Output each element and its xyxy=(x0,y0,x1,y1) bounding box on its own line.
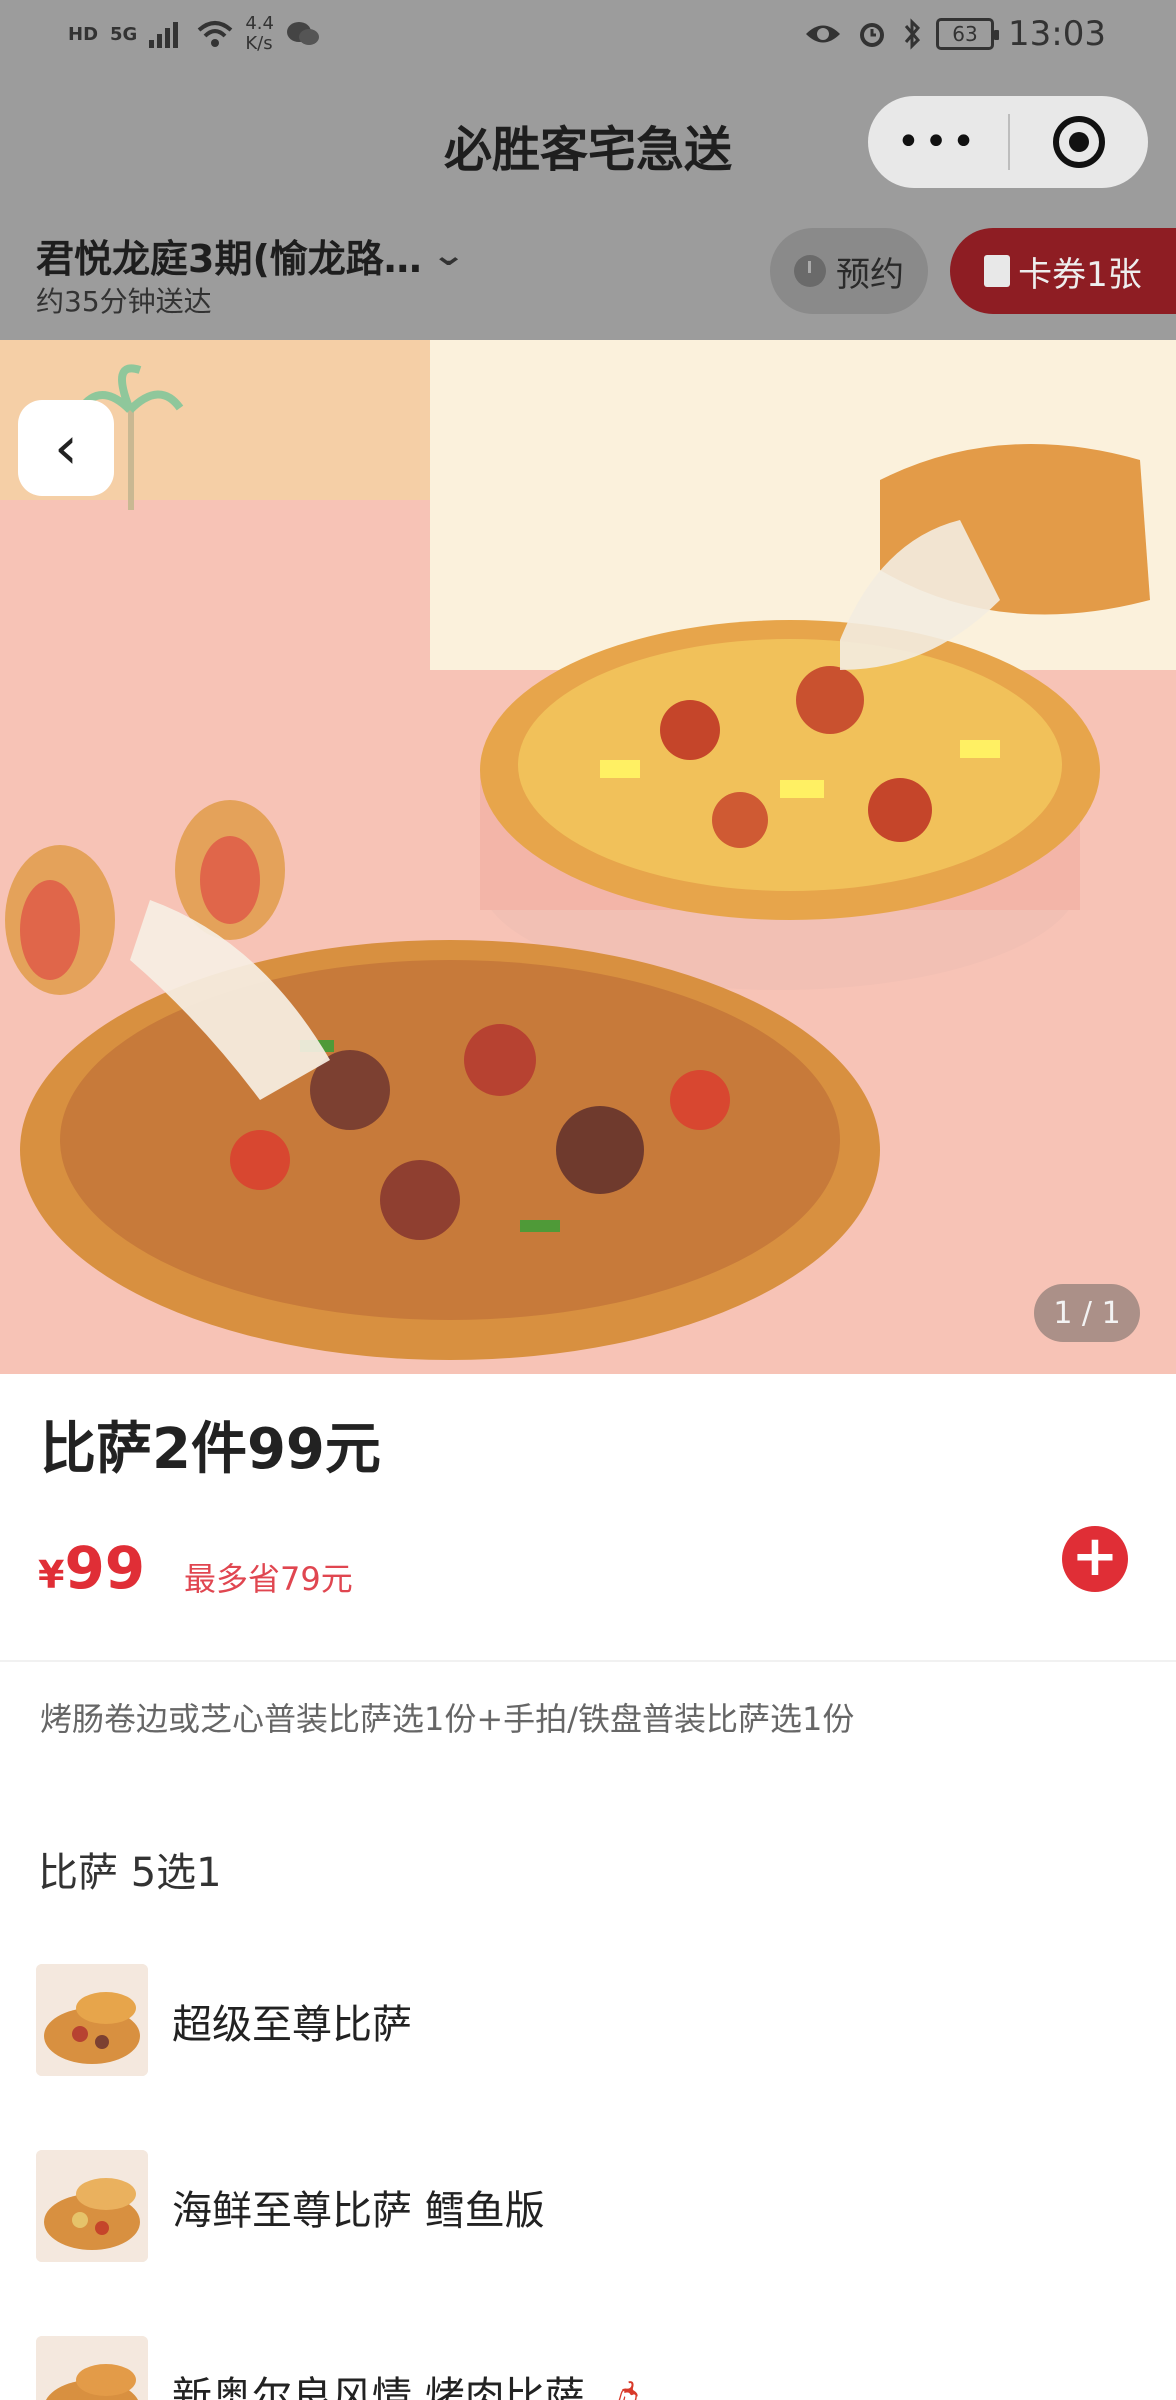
list-item[interactable]: 超级至尊比萨 xyxy=(36,1964,1136,2076)
pizza-thumbnail xyxy=(36,2336,148,2400)
wifi-icon xyxy=(198,21,233,47)
list-item-name-text: 新奥尔良风情 烤肉比萨 xyxy=(172,2374,585,2400)
product-description: 烤肠卷边或芝心普装比萨选1份+手拍/铁盘普装比萨选1份 xyxy=(40,1700,855,1738)
signal-icon xyxy=(149,22,179,48)
add-to-cart-button[interactable]: + xyxy=(1062,1526,1128,1592)
header-overlay: HD 5G 4.4 K/s 63 13:03 必胜客宅急送 ••• 君悦龙庭3期… xyxy=(0,0,1176,340)
title-bar: 必胜客宅急送 ••• xyxy=(0,88,1176,188)
more-button[interactable]: ••• xyxy=(868,96,1008,188)
reserve-button[interactable]: 预约 xyxy=(770,228,928,314)
list-item-name: 新奥尔良风情 烤肉比萨 🌶 xyxy=(172,2364,641,2400)
currency-symbol: ¥ xyxy=(38,1553,65,1597)
net-speed-unit: K/s xyxy=(245,33,273,54)
pizza-illustration xyxy=(0,340,1176,1374)
eye-icon xyxy=(806,25,841,43)
status-right: 63 13:03 xyxy=(804,14,1106,54)
delivery-eta: 约35分钟送达 xyxy=(36,285,212,318)
network-type: 5G xyxy=(110,23,138,45)
price-value: 99 xyxy=(64,1534,146,1602)
list-item-name: 海鲜至尊比萨 鳕鱼版 xyxy=(172,2188,545,2234)
product-price: ¥99 xyxy=(38,1534,145,1602)
pizza-thumbnail xyxy=(36,1964,148,2076)
wechat-icon xyxy=(286,22,319,45)
product-hero-image: ‹ 1 / 1 xyxy=(0,340,1176,1374)
address-selector[interactable]: 君悦龙庭3期(愉龙路… ⌄ xyxy=(36,228,466,283)
back-button[interactable]: ‹ xyxy=(18,400,114,496)
section-title: 比萨 5选1 xyxy=(38,1850,222,1896)
target-icon xyxy=(1053,116,1105,168)
pizza-thumbnail xyxy=(36,2150,148,2262)
status-bar: HD 5G 4.4 K/s 63 13:03 xyxy=(0,0,1176,72)
alarm-icon xyxy=(860,23,885,47)
clock-time: 13:03 xyxy=(1008,14,1106,54)
bluetooth-icon xyxy=(904,18,921,50)
image-pager: 1 / 1 xyxy=(1034,1284,1140,1342)
chili-icon: 🌶 xyxy=(597,2379,641,2400)
coupon-button[interactable]: 卡券1张 xyxy=(950,228,1176,314)
coupon-label: 卡券1张 xyxy=(1018,254,1142,295)
net-speed-value: 4.4 xyxy=(245,13,274,34)
hd-indicator: HD xyxy=(68,23,99,45)
reserve-label: 预约 xyxy=(836,254,904,295)
chevron-down-icon: ⌄ xyxy=(430,238,466,273)
product-title: 比萨2件99元 xyxy=(40,1417,381,1482)
net-speed: 4.4 K/s xyxy=(245,14,274,54)
list-item[interactable]: 新奥尔良风情 烤肉比萨 🌶 xyxy=(36,2336,1136,2400)
ticket-icon xyxy=(984,255,1011,287)
close-miniprogram-button[interactable] xyxy=(1010,96,1148,188)
max-savings: 最多省79元 xyxy=(184,1560,353,1598)
address-bar: 君悦龙庭3期(愉龙路… ⌄ 约35分钟送达 预约 卡券1张 xyxy=(0,220,1176,340)
address-text: 君悦龙庭3期(愉龙路… xyxy=(36,237,422,281)
divider xyxy=(0,1660,1176,1662)
battery-icon: 63 xyxy=(936,18,1000,50)
miniprogram-capsule: ••• xyxy=(868,96,1148,188)
list-item[interactable]: 海鲜至尊比萨 鳕鱼版 xyxy=(36,2150,1136,2262)
list-item-name: 超级至尊比萨 xyxy=(172,2002,412,2048)
status-left: HD 5G 4.4 K/s xyxy=(68,14,320,54)
clock-icon xyxy=(794,255,826,287)
